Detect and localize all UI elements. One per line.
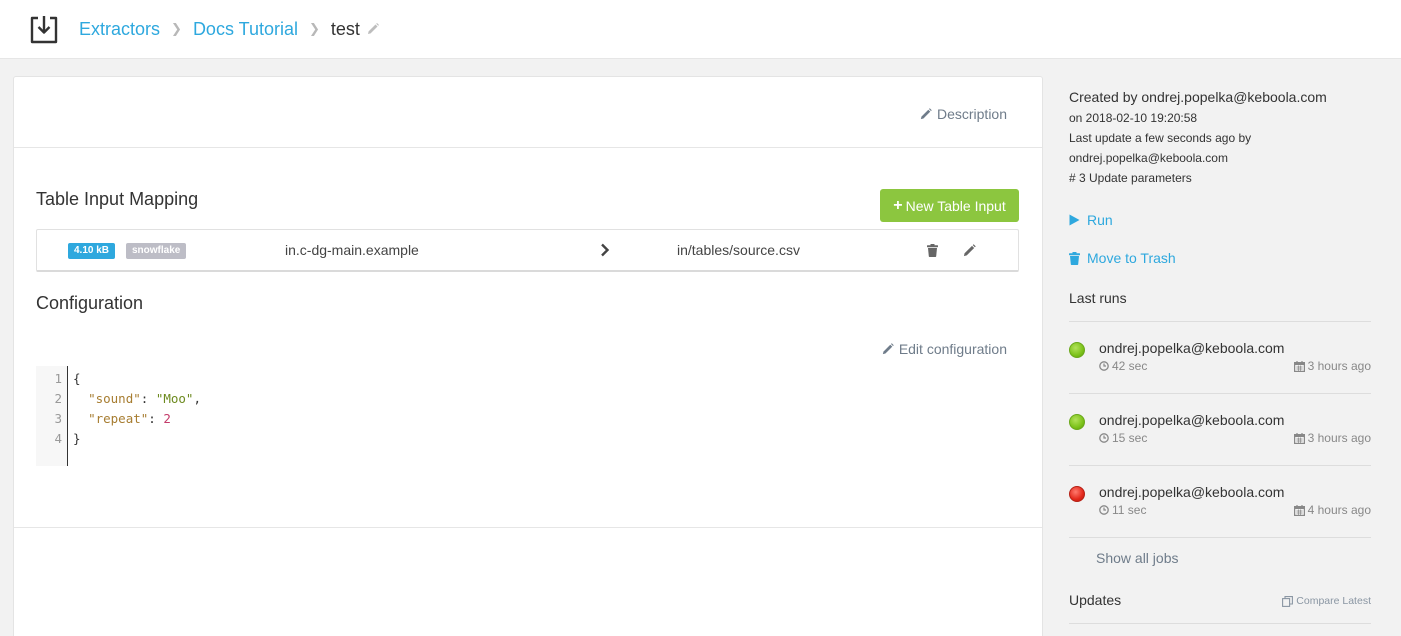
- divider: [1069, 623, 1371, 624]
- created-on: on 2018-02-10 19:20:58: [1069, 111, 1198, 125]
- run-time-value: 3 hours ago: [1307, 359, 1371, 373]
- size-badge: 4.10 kB: [68, 243, 116, 259]
- run-label: Run: [1087, 212, 1113, 228]
- top-header: Extractors ❯ Docs Tutorial ❯ test: [0, 0, 1401, 59]
- clock-icon: [1099, 361, 1109, 371]
- pencil-icon[interactable]: [963, 244, 976, 262]
- run-duration-value: 15 sec: [1112, 431, 1148, 445]
- configuration-code-editor[interactable]: 1 2 3 4 { "sound": "Moo", "repeat": 2 }: [36, 366, 636, 466]
- move-to-trash-label: Move to Trash: [1087, 250, 1176, 266]
- list-item[interactable]: ondrej.popelka@keboola.com 11 sec 4 hour…: [1069, 478, 1371, 538]
- new-table-input-button[interactable]: + New Table Input: [880, 189, 1019, 222]
- description-label: Description: [936, 106, 1007, 122]
- run-user: ondrej.popelka@keboola.com: [1099, 484, 1285, 500]
- configuration-title: Configuration: [36, 293, 144, 313]
- divider: [1069, 465, 1371, 466]
- calendar-icon: [1293, 504, 1305, 516]
- source-table: in.c-dg-main.example: [285, 242, 419, 258]
- code-line: {: [73, 371, 81, 386]
- edit-configuration-label: Edit configuration: [898, 341, 1007, 357]
- last-update-user: ondrej.popelka@keboola.com: [1069, 151, 1228, 165]
- run-duration-value: 11 sec: [1112, 503, 1147, 517]
- table-row[interactable]: 4.10 kB snowflake in.c-dg-main.example i…: [36, 229, 1019, 272]
- run-time: 3 hours ago: [1293, 359, 1371, 373]
- destination-file: in/tables/source.csv: [677, 242, 800, 258]
- line-number: 4: [54, 431, 62, 446]
- code-string: "Moo": [155, 391, 194, 406]
- status-success-icon: [1069, 414, 1085, 430]
- chevron-right-icon: [600, 243, 610, 262]
- sidebar: Created by ondrej.popelka@keboola.com on…: [1043, 59, 1401, 636]
- run-time-value: 4 hours ago: [1307, 503, 1371, 517]
- code-number: 2: [163, 411, 171, 426]
- code-line: "repeat": 2: [88, 411, 171, 426]
- breadcrumb-docs-tutorial[interactable]: Docs Tutorial: [193, 17, 298, 41]
- compare-latest-button[interactable]: Compare Latest: [1282, 595, 1371, 607]
- run-duration: 42 sec: [1099, 359, 1147, 373]
- line-number: 3: [54, 411, 62, 426]
- run-time: 4 hours ago: [1293, 503, 1371, 517]
- pencil-icon: [882, 343, 894, 355]
- run-time-value: 3 hours ago: [1307, 431, 1371, 445]
- chevron-right-icon: ❯: [171, 21, 182, 36]
- divider: [1069, 321, 1371, 322]
- main-panel: Description Table Input Mapping + New Ta…: [13, 76, 1043, 636]
- calendar-icon: [1293, 360, 1305, 372]
- code-line: }: [73, 431, 81, 446]
- calendar-icon: [1293, 432, 1305, 444]
- status-error-icon: [1069, 486, 1085, 502]
- line-number: 1: [54, 371, 62, 386]
- pencil-icon: [920, 108, 932, 120]
- divider: [14, 527, 1042, 528]
- code-brace: {: [73, 371, 81, 386]
- last-update: Last update a few seconds ago by: [1069, 131, 1252, 145]
- compare-latest-label: Compare Latest: [1296, 595, 1371, 607]
- run-user: ondrej.popelka@keboola.com: [1099, 412, 1285, 428]
- download-box-icon[interactable]: [29, 13, 59, 45]
- page-title: test: [330, 19, 360, 39]
- move-to-trash-button[interactable]: Move to Trash: [1069, 250, 1176, 266]
- play-icon: [1069, 214, 1080, 226]
- breadcrumb: Extractors ❯ Docs Tutorial ❯ test: [79, 17, 380, 41]
- run-duration: 15 sec: [1099, 431, 1147, 445]
- code-brace: }: [73, 431, 81, 446]
- new-table-input-label: New Table Input: [905, 197, 1006, 214]
- code-key: "repeat": [88, 411, 149, 426]
- trash-icon: [1069, 251, 1080, 265]
- line-number: 2: [54, 391, 62, 406]
- list-item[interactable]: ondrej.popelka@keboola.com 42 sec 3 hour…: [1069, 334, 1371, 394]
- divider: [1069, 393, 1371, 394]
- show-all-jobs-link[interactable]: Show all jobs: [1096, 550, 1179, 566]
- run-time: 3 hours ago: [1293, 431, 1371, 445]
- created-by: Created by ondrej.popelka@keboola.com: [1069, 89, 1327, 105]
- last-runs-title: Last runs: [1069, 290, 1127, 306]
- chevron-right-icon: ❯: [308, 21, 320, 36]
- copy-icon: [1282, 595, 1294, 607]
- table-input-mapping-title: Table Input Mapping: [36, 189, 199, 209]
- clock-icon: [1099, 433, 1109, 443]
- divider: [1069, 537, 1371, 538]
- code-key: "sound": [88, 391, 141, 406]
- run-duration: 11 sec: [1099, 503, 1146, 517]
- trash-icon[interactable]: [927, 244, 938, 262]
- clock-icon: [1099, 505, 1109, 515]
- run-duration-value: 42 sec: [1112, 359, 1148, 373]
- rename-pencil-icon[interactable]: [366, 22, 380, 36]
- list-item[interactable]: ondrej.popelka@keboola.com 15 sec 3 hour…: [1069, 406, 1371, 466]
- updates-title: Updates: [1069, 592, 1122, 608]
- edit-configuration-button[interactable]: Edit configuration: [882, 341, 1007, 357]
- run-button[interactable]: Run: [1069, 212, 1113, 228]
- code-gutter: 1 2 3 4: [36, 366, 68, 466]
- version-note: # 3 Update parameters: [1069, 171, 1192, 185]
- breadcrumb-extractors[interactable]: Extractors: [79, 17, 160, 41]
- description-section: Description: [14, 77, 1042, 148]
- backend-badge: snowflake: [126, 243, 187, 259]
- status-success-icon: [1069, 342, 1085, 358]
- code-line: "sound": "Moo",: [88, 391, 201, 406]
- run-user: ondrej.popelka@keboola.com: [1099, 340, 1285, 356]
- plus-icon: +: [893, 196, 903, 214]
- description-button[interactable]: Description: [920, 106, 1007, 122]
